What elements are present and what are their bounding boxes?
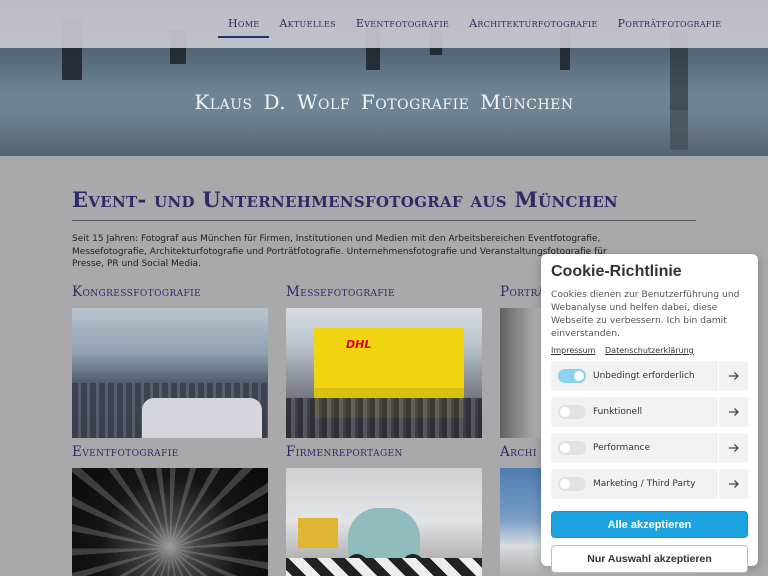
booth-logo: DHL (346, 338, 372, 351)
impressum-link[interactable]: Impressum (551, 346, 595, 355)
nav-item-portraetfotografie[interactable]: Porträtfotografie (608, 0, 732, 38)
gallery-card-kongress[interactable]: Kongressfotografie (72, 284, 268, 438)
page-title: Event- und Unternehmensfotograf aus Münc… (72, 187, 618, 212)
functional-toggle[interactable] (558, 405, 586, 419)
title-divider (72, 220, 696, 221)
messe-photo[interactable]: DHL (286, 308, 482, 438)
marketing-toggle[interactable] (558, 477, 586, 491)
expand-marketing-button[interactable] (718, 469, 748, 499)
trade-booth (314, 328, 464, 388)
checkered-floor (286, 558, 482, 576)
accept-selection-button[interactable]: Nur Auswahl akzeptieren (551, 545, 748, 573)
gallery-card-label[interactable]: Firmenreportagen (286, 444, 482, 468)
expand-performance-button[interactable] (718, 433, 748, 463)
nav-item-aktuelles[interactable]: Aktuelles (269, 0, 345, 38)
toggle-knob (560, 479, 570, 489)
gallery-card-label[interactable]: Kongressfotografie (72, 284, 268, 308)
arrow-right-icon (728, 408, 739, 416)
performance-toggle[interactable] (558, 441, 586, 455)
top-navbar: Home Aktuelles Eventfotografie Architekt… (0, 0, 768, 48)
cookie-option-label: Funktionell (593, 407, 643, 417)
arrow-right-icon (728, 444, 739, 452)
toggle-knob (574, 371, 584, 381)
arrow-right-icon (728, 372, 739, 380)
gallery-card-event[interactable]: Eventfotografie (72, 444, 268, 576)
scooter (348, 508, 420, 560)
accept-all-button[interactable]: Alle akzeptieren (551, 511, 748, 538)
light-rays (72, 468, 268, 576)
cookie-option-required: Unbedingt erforderlich (551, 361, 748, 391)
gallery-card-label[interactable]: Eventfotografie (72, 444, 268, 468)
crowd (286, 398, 482, 438)
cookie-links: Impressum Datenschutzerklärung (551, 346, 748, 355)
nav-item-architekturfotografie[interactable]: Architekturfotografie (459, 0, 608, 38)
yellow-chair (298, 518, 338, 548)
main-nav: Home Aktuelles Eventfotografie Architekt… (218, 0, 731, 48)
cookie-option-label: Unbedingt erforderlich (593, 371, 695, 381)
required-toggle[interactable] (558, 369, 586, 383)
nav-item-eventfotografie[interactable]: Eventfotografie (346, 0, 459, 38)
toggle-knob (560, 443, 570, 453)
event-photo[interactable] (72, 468, 268, 576)
hero-banner: Home Aktuelles Eventfotografie Architekt… (0, 0, 768, 156)
cookie-option-label: Performance (593, 443, 651, 453)
toggle-knob (560, 407, 570, 417)
cookie-consent-dialog: Cookie-Richtlinie Cookies dienen zur Ben… (541, 254, 758, 573)
expand-functional-button[interactable] (718, 397, 748, 427)
cookie-option-marketing: Marketing / Third Party (551, 469, 748, 499)
gallery-card-label[interactable]: Messefotografie (286, 284, 482, 308)
expand-required-button[interactable] (718, 361, 748, 391)
white-chairs (142, 398, 262, 438)
gallery-card-messe[interactable]: Messefotografie DHL (286, 284, 482, 438)
nav-item-home[interactable]: Home (218, 0, 270, 38)
arrow-right-icon (728, 480, 739, 488)
cookie-option-performance: Performance (551, 433, 748, 463)
site-title: Klaus D. Wolf Fotografie München (194, 90, 574, 114)
cookie-option-functional: Funktionell (551, 397, 748, 427)
cookie-description: Cookies dienen zur Benutzerführung und W… (551, 289, 740, 339)
hero-water-reflection (0, 110, 768, 156)
cookie-option-label: Marketing / Third Party (593, 479, 696, 489)
gallery-card-firmen[interactable]: Firmenreportagen (286, 444, 482, 576)
kongress-photo[interactable] (72, 308, 268, 438)
cookie-title: Cookie-Richtlinie (551, 263, 682, 280)
datenschutz-link[interactable]: Datenschutzerklärung (605, 346, 694, 355)
firmen-photo[interactable] (286, 468, 482, 576)
